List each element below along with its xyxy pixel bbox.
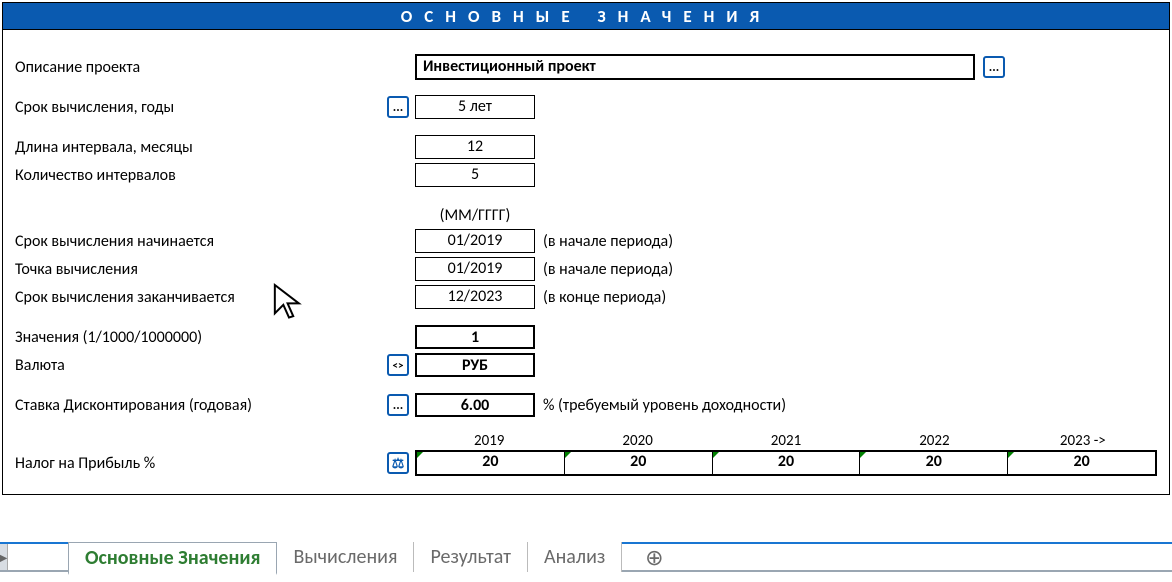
description-label: Описание проекта bbox=[15, 58, 387, 77]
tax-cell[interactable]: 20 bbox=[1008, 452, 1155, 474]
tax-cell[interactable]: 20 bbox=[860, 452, 1008, 474]
interval-count-label: Количество интервалов bbox=[15, 166, 387, 185]
currency-label: Валюта bbox=[15, 356, 387, 375]
year-header: 2019 bbox=[415, 432, 563, 450]
row-end-date: Срок вычисления заканчивается 12/2023 (в… bbox=[15, 284, 1157, 310]
tabs-scroll-icon[interactable]: ▶ bbox=[0, 544, 8, 570]
row-discount: Ставка Дисконтирования (годовая) ... 6.0… bbox=[15, 392, 1157, 418]
discount-label: Ставка Дисконтирования (годовая) bbox=[15, 396, 387, 415]
tax-cell[interactable]: 20 bbox=[565, 452, 713, 474]
row-mm-header: (ММ/ГГГГ) bbox=[15, 202, 1157, 228]
end-date-label: Срок вычисления заканчивается bbox=[15, 288, 387, 307]
tab-result[interactable]: Результат bbox=[414, 542, 528, 572]
row-interval-count: Количество интервалов 5 bbox=[15, 162, 1157, 188]
row-tax: Налог на Прибыль % ⚖ 20 20 20 20 20 bbox=[15, 450, 1157, 476]
term-years-input[interactable]: 5 лет bbox=[415, 95, 535, 119]
interval-len-input[interactable]: 12 bbox=[415, 135, 535, 159]
end-date-hint: (в конце периода) bbox=[543, 288, 666, 307]
main-panel: ОСНОВНЫЕ ЗНАЧЕНИЯ Описание проекта Инвес… bbox=[2, 2, 1170, 495]
year-header: 2020 bbox=[563, 432, 711, 450]
form-body: Описание проекта Инвестиционный проект .… bbox=[3, 30, 1169, 494]
interval-count-input[interactable]: 5 bbox=[415, 163, 535, 187]
tax-label: Налог на Прибыль % bbox=[15, 454, 387, 473]
term-years-ellipsis-button[interactable]: ... bbox=[387, 96, 409, 118]
row-start-date: Срок вычисления начинается 01/2019 (в на… bbox=[15, 228, 1157, 254]
sheet-tabs: ▶ Основные Значения Вычисления Результат… bbox=[0, 542, 1172, 572]
currency-swap-button[interactable]: <> bbox=[387, 354, 409, 376]
tab-analysis[interactable]: Анализ bbox=[528, 542, 622, 572]
year-header: 2021 bbox=[712, 432, 860, 450]
currency-input[interactable]: РУБ bbox=[415, 353, 535, 377]
year-header: 2023 -> bbox=[1009, 432, 1157, 450]
tab-calculations[interactable]: Вычисления bbox=[277, 542, 414, 572]
row-calc-point: Точка вычисления 01/2019 (в начале перио… bbox=[15, 256, 1157, 282]
calc-point-hint: (в начале периода) bbox=[543, 260, 673, 279]
scale-icon[interactable]: ⚖ bbox=[387, 452, 409, 474]
row-year-headers: 2019 2020 2021 2022 2023 -> bbox=[15, 432, 1157, 450]
calc-point-input[interactable]: 01/2019 bbox=[415, 257, 535, 281]
end-date-input[interactable]: 12/2023 bbox=[415, 285, 535, 309]
tax-grid: 20 20 20 20 20 bbox=[415, 450, 1157, 476]
scale-label: Значения (1/1000/1000000) bbox=[15, 328, 387, 347]
year-header: 2022 bbox=[860, 432, 1008, 450]
scale-input[interactable]: 1 bbox=[415, 325, 535, 349]
description-input[interactable]: Инвестиционный проект bbox=[415, 54, 975, 80]
discount-hint: % (требуемый уровень доходности) bbox=[543, 396, 786, 415]
row-description: Описание проекта Инвестиционный проект .… bbox=[15, 54, 1157, 80]
start-date-label: Срок вычисления начинается bbox=[15, 232, 387, 251]
term-years-label: Срок вычисления, годы bbox=[15, 98, 387, 117]
mm-header-label: (ММ/ГГГГ) bbox=[415, 206, 535, 225]
tab-main-values[interactable]: Основные Значения bbox=[68, 542, 277, 575]
discount-ellipsis-button[interactable]: ... bbox=[387, 394, 409, 416]
calc-point-label: Точка вычисления bbox=[15, 260, 387, 279]
interval-len-label: Длина интервала, месяцы bbox=[15, 138, 387, 157]
tax-cell[interactable]: 20 bbox=[417, 452, 565, 474]
start-date-hint: (в начале периода) bbox=[543, 232, 673, 251]
discount-input[interactable]: 6.00 bbox=[415, 393, 535, 417]
row-term-years: Срок вычисления, годы ... 5 лет bbox=[15, 94, 1157, 120]
start-date-input[interactable]: 01/2019 bbox=[415, 229, 535, 253]
panel-title: ОСНОВНЫЕ ЗНАЧЕНИЯ bbox=[3, 3, 1169, 30]
row-interval-len: Длина интервала, месяцы 12 bbox=[15, 134, 1157, 160]
row-scale: Значения (1/1000/1000000) 1 bbox=[15, 324, 1157, 350]
description-ellipsis-button[interactable]: ... bbox=[983, 56, 1005, 78]
tax-cell[interactable]: 20 bbox=[713, 452, 861, 474]
add-sheet-button[interactable]: ⊕ bbox=[640, 543, 668, 571]
row-currency: Валюта <> РУБ bbox=[15, 352, 1157, 378]
